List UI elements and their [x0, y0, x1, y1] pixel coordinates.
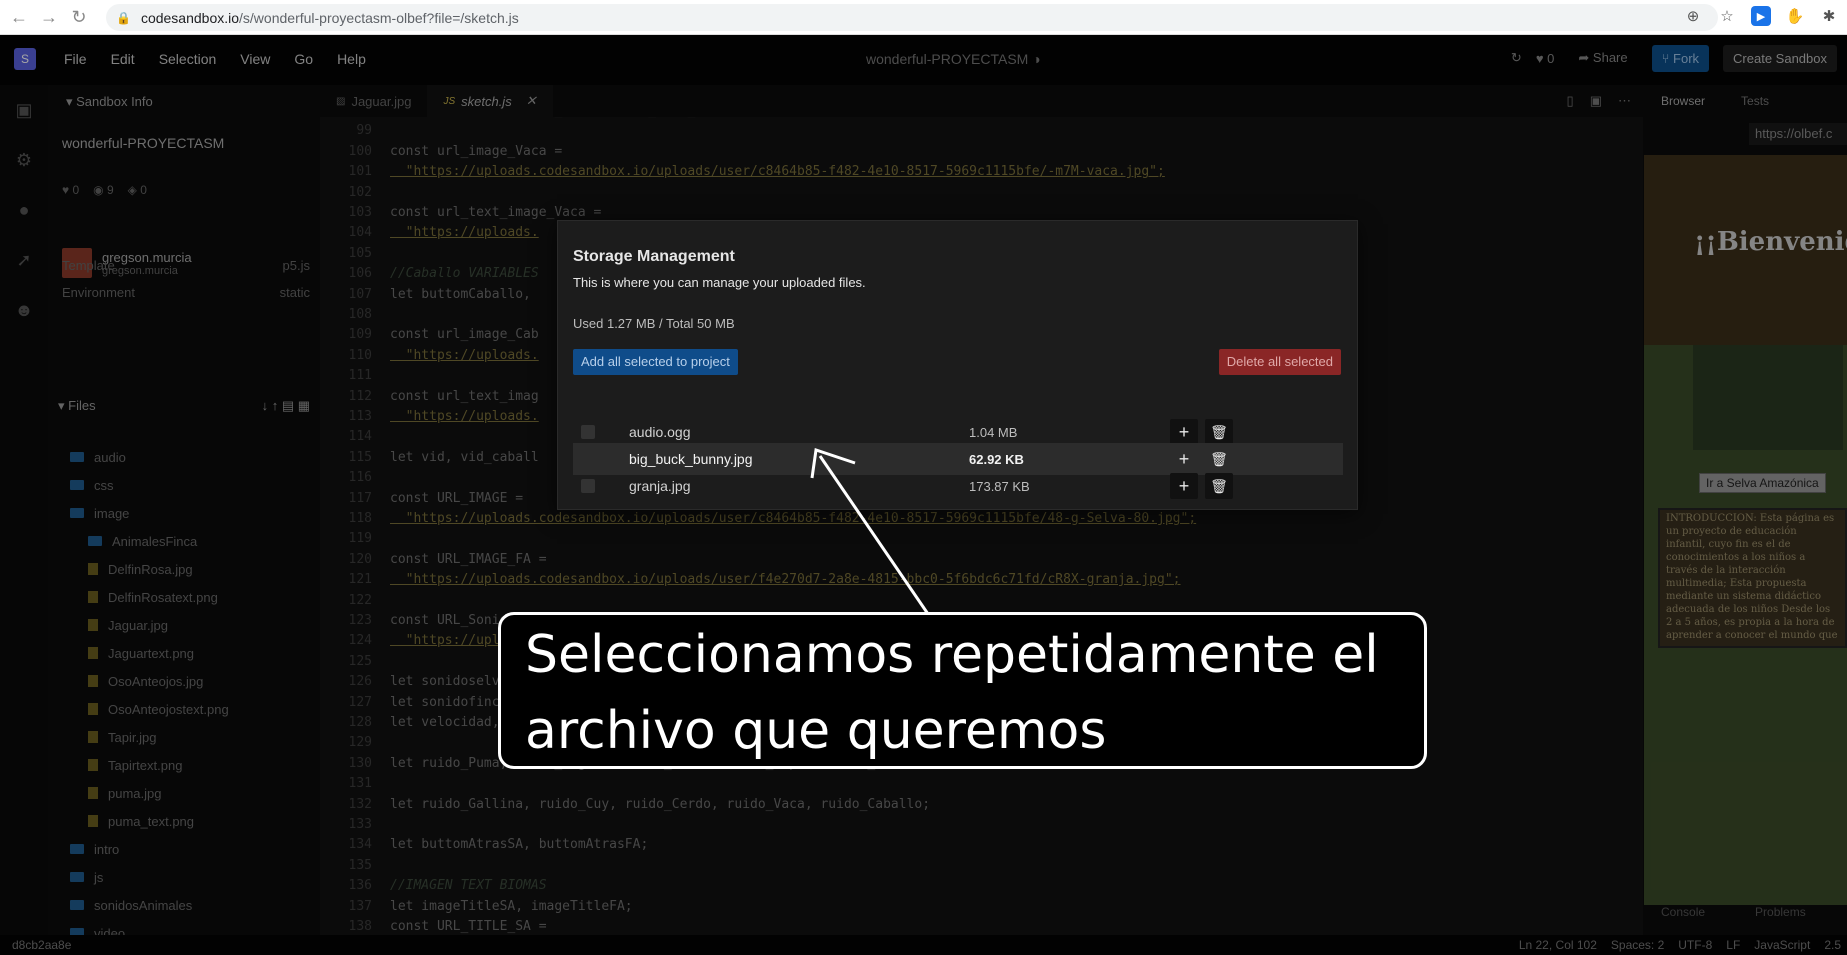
file-checkbox[interactable]: [581, 479, 595, 493]
lock-icon: 🔒: [116, 10, 131, 25]
annotation-line-2: archivo que queremos: [525, 701, 1107, 761]
file-checkbox[interactable]: [581, 425, 595, 439]
browser-toolbar: ← → ↻ 🔒 codesandbox.io/s/wonderful-proye…: [0, 0, 1847, 35]
forward-icon[interactable]: →: [38, 6, 60, 28]
uploaded-file-size: 62.92 KB: [969, 452, 1024, 467]
uploaded-file-size: 1.04 MB: [969, 425, 1018, 440]
annotation-callout: Seleccionamos repetidamente el archivo q…: [498, 612, 1427, 769]
storage-usage: Used 1.27 MB / Total 50 MB: [573, 316, 735, 331]
uploaded-file-size: 173.87 KB: [969, 479, 1030, 494]
back-icon[interactable]: ←: [8, 6, 30, 28]
add-file-icon[interactable]: +: [1170, 419, 1198, 445]
reload-icon[interactable]: ↻: [68, 6, 90, 28]
add-file-icon[interactable]: +: [1170, 446, 1198, 472]
delete-all-selected-button[interactable]: Delete all selected: [1218, 349, 1341, 375]
browser-actions: ⊕ ☆ ▶ ✋ ✱: [1683, 6, 1839, 26]
add-file-icon[interactable]: +: [1170, 473, 1198, 499]
add-all-selected-button[interactable]: Add all selected to project: [573, 349, 738, 375]
uploaded-file-name: granja.jpg: [629, 478, 691, 494]
uploaded-file-name: big_buck_bunny.jpg: [629, 451, 753, 467]
star-icon[interactable]: ☆: [1717, 6, 1737, 26]
uploaded-file-row[interactable]: granja.jpg 173.87 KB + 🗑: [573, 470, 1343, 502]
url-text: codesandbox.io/s/wonderful-proyectasm-ol…: [140, 9, 519, 26]
puzzle-icon[interactable]: ✱: [1819, 6, 1839, 26]
modal-description: This is where you can manage your upload…: [573, 275, 866, 290]
storage-management-modal: Storage Management This is where you can…: [557, 220, 1358, 510]
zoom-icon[interactable]: ⊕: [1683, 6, 1703, 26]
address-bar[interactable]: 🔒 codesandbox.io/s/wonderful-proyectasm-…: [106, 4, 1718, 31]
trash-icon[interactable]: 🗑: [1205, 473, 1233, 499]
zoom-extension-icon[interactable]: ▶: [1751, 6, 1771, 26]
annotation-line-1: Seleccionamos repetidamente el: [525, 625, 1379, 685]
trash-icon[interactable]: 🗑: [1205, 419, 1233, 445]
screen: ← → ↻ 🔒 codesandbox.io/s/wonderful-proye…: [0, 0, 1847, 955]
trash-icon[interactable]: 🗑: [1205, 446, 1233, 472]
extension-hand-icon[interactable]: ✋: [1785, 6, 1805, 26]
uploaded-file-name: audio.ogg: [629, 424, 691, 440]
modal-title: Storage Management: [573, 248, 735, 265]
